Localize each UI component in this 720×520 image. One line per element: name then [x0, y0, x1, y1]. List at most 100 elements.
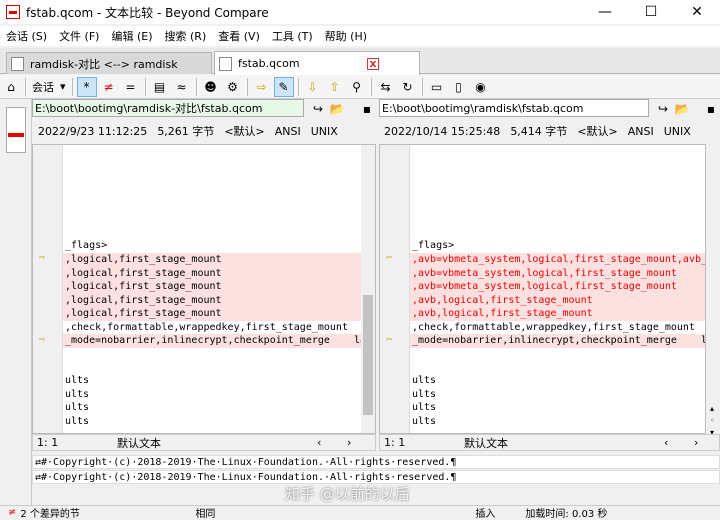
right-lineend-dropdown[interactable]: UNIX	[664, 125, 691, 138]
scroll-right-icon[interactable]: ›	[347, 436, 351, 449]
diff-arrow-icon[interactable]: ⇦	[386, 335, 398, 345]
left-text-pane[interactable]: ⇨ ⇨ _flags> ,logical,first_stage_mount ,…	[32, 144, 376, 434]
left-text-format[interactable]: 默认文本	[117, 435, 317, 451]
right-text-format[interactable]: 默认文本	[464, 435, 664, 451]
folder-compare-icon	[11, 56, 24, 71]
right-pane-status: 1: 1 默认文本 ‹ ›	[379, 434, 720, 451]
right-vertical-scrollbar[interactable]: ▴ ◦ ▾	[706, 144, 720, 437]
beyond-compare-app-icon	[6, 5, 20, 19]
scroll-left-icon[interactable]: ‹	[317, 436, 347, 449]
right-history-icon[interactable]: ↪	[653, 99, 673, 119]
text-line: ults	[65, 388, 90, 400]
overview-map[interactable]	[6, 107, 26, 153]
right-text-pane[interactable]: ⇦ ⇦ _flags> ,avb=vbmeta_system,logical,f…	[379, 144, 706, 434]
left-vertical-scrollbar[interactable]	[361, 145, 375, 433]
menu-search[interactable]: 搜索 (R)	[159, 28, 213, 44]
tab-label: ramdisk-对比 <--> ramdisk	[30, 57, 178, 71]
load-time: 加载时间: 0.03 秒	[525, 509, 608, 520]
text-line: _flags>	[65, 240, 108, 251]
text-line: ,check,formattable,wrappedkey,first_stag…	[412, 321, 695, 333]
diff-arrow-icon[interactable]: ⇨	[39, 335, 51, 345]
thumbnail-strip[interactable]	[0, 99, 32, 507]
minimize-button[interactable]: —	[582, 0, 628, 24]
diff-line: ,logical,first_stage_mount	[63, 280, 375, 294]
left-date: 2022/9/23 11:12:25	[38, 124, 148, 138]
right-cursor-position: 1: 1	[384, 436, 406, 449]
left-open-folder-icon[interactable]: 📂	[327, 99, 347, 119]
next-diff-icon[interactable]: ⇩	[303, 77, 323, 97]
right-size: 5,414 字节	[510, 125, 568, 138]
diff-status-icon: ≠	[8, 507, 17, 518]
web-icon[interactable]: ◉	[471, 77, 491, 97]
tab-text-compare[interactable]: fstab.qcom x	[214, 51, 420, 75]
maximize-button[interactable]: ☐	[628, 0, 674, 24]
menu-edit[interactable]: 编辑 (E)	[105, 28, 158, 44]
menu-file[interactable]: 文件 (F)	[53, 28, 105, 44]
show-same-icon[interactable]: =	[121, 77, 141, 97]
scroll-right-icon[interactable]: ›	[694, 436, 698, 449]
toolbar: ⌂ 会话 ▾ * ≠ = ▤ ≈ ☻ ⚙ ⇨ ✎ ⇩ ⇧ ⚲ ⇆ ↻ ▭ ▯ ◉	[0, 75, 720, 99]
text-line: ults	[412, 388, 437, 400]
menu-session[interactable]: 会话 (S)	[0, 28, 53, 44]
right-date: 2022/10/14 15:25:48	[384, 124, 501, 138]
diff-line: ,logical,first_stage_mount	[63, 266, 375, 280]
diff-line: ,avb=vbmeta_system,logical,first_stage_m…	[410, 280, 705, 294]
page-icon[interactable]: ▯	[449, 77, 469, 97]
edit-icon[interactable]: ✎	[273, 76, 294, 97]
find-icon[interactable]: ⚲	[347, 77, 367, 97]
title-bar: fstab.qcom - 文本比较 - Beyond Compare — ☐ ✕	[0, 0, 720, 24]
rules-icon[interactable]: ☻	[201, 77, 221, 97]
menu-bar: 会话 (S) 文件 (F) 编辑 (E) 搜索 (R) 查看 (V) 工具 (T…	[0, 26, 720, 46]
menu-tools[interactable]: 工具 (T)	[266, 28, 319, 44]
right-save-icon[interactable]: ▪	[701, 99, 720, 119]
menu-help[interactable]: 帮助 (H)	[319, 28, 373, 44]
line-detail-right: ⇄#·Copyright·(c)·2018-2019·The·Linux·Fou…	[32, 470, 720, 484]
left-charset-dropdown[interactable]: ANSI	[275, 125, 301, 138]
left-gutter	[33, 145, 63, 433]
text-line: ,check,formattable,wrappedkey,first_stag…	[65, 321, 348, 333]
left-encoding-dropdown[interactable]: <默认>	[224, 123, 264, 139]
left-save-icon[interactable]: ▪	[357, 99, 377, 119]
reload-icon[interactable]: ↻	[398, 77, 418, 97]
show-diffs-icon[interactable]: ≠	[99, 77, 119, 97]
diff-arrow-icon[interactable]: ⇦	[386, 253, 398, 263]
right-path-text: E:\boot\bootimg\ramdisk\fstab.qcom	[382, 101, 584, 115]
right-open-folder-icon[interactable]: 📂	[672, 99, 692, 119]
format-icon[interactable]: ⚙	[223, 77, 243, 97]
session-menu-button[interactable]: 会话	[29, 79, 57, 95]
minor-icon[interactable]: ≈	[172, 77, 192, 97]
copy-right-icon[interactable]: ⇨	[252, 77, 272, 97]
left-lineend-dropdown[interactable]: UNIX	[311, 125, 338, 138]
tab-close-icon[interactable]: x	[367, 57, 379, 70]
right-charset-dropdown[interactable]: ANSI	[628, 125, 654, 138]
diff-arrow-icon[interactable]: ⇨	[39, 253, 51, 263]
diff-line: ,avb=vbmeta_system,logical,first_stage_m…	[410, 253, 706, 267]
status-bar: ≠ 2 个差异的节 相同 插入 加载时间: 0.03 秒	[0, 505, 720, 520]
left-cursor-position: 1: 1	[37, 436, 59, 449]
right-path-field[interactable]: E:\boot\bootimg\ramdisk\fstab.qcom	[379, 99, 649, 117]
prev-diff-icon[interactable]: ⇧	[325, 77, 345, 97]
right-encoding-dropdown[interactable]: <默认>	[577, 123, 617, 139]
diff-line: _mode=nobarrier,inlinecrypt,checkpoint_m…	[63, 334, 375, 348]
left-path-text: E:\boot\bootimg\ramdisk-对比\fstab.qcom	[35, 102, 263, 115]
swap-icon[interactable]: ⇆	[376, 77, 396, 97]
text-line: ults	[65, 415, 90, 427]
context-icon[interactable]: ▤	[150, 77, 170, 97]
text-line: ults	[65, 375, 90, 386]
doc-icon[interactable]: ▭	[427, 77, 447, 97]
diff-line: ,avb=vbmeta_system,logical,first_stage_m…	[410, 266, 705, 280]
scroll-marker-icon: ▴	[710, 404, 715, 413]
left-history-icon[interactable]: ↪	[308, 99, 328, 119]
tab-bar: ramdisk-对比 <--> ramdisk fstab.qcom x	[0, 48, 720, 75]
left-info-bar: 2022/9/23 11:12:25 5,261 字节 <默认> ANSI UN…	[38, 122, 378, 140]
close-button[interactable]: ✕	[674, 0, 720, 24]
scroll-left-icon[interactable]: ‹	[664, 436, 694, 449]
diff-line: ,avb,logical,first_stage_mount	[410, 293, 705, 307]
tab-folder-compare[interactable]: ramdisk-对比 <--> ramdisk	[6, 52, 212, 74]
insert-mode: 插入	[475, 509, 496, 520]
left-path-field[interactable]: E:\boot\bootimg\ramdisk-对比\fstab.qcom	[32, 99, 304, 117]
home-icon[interactable]: ⌂	[1, 77, 21, 97]
menu-view[interactable]: 查看 (V)	[212, 28, 266, 44]
show-all-icon[interactable]: *	[76, 76, 97, 97]
chevron-down-icon[interactable]: ▾	[57, 80, 69, 93]
